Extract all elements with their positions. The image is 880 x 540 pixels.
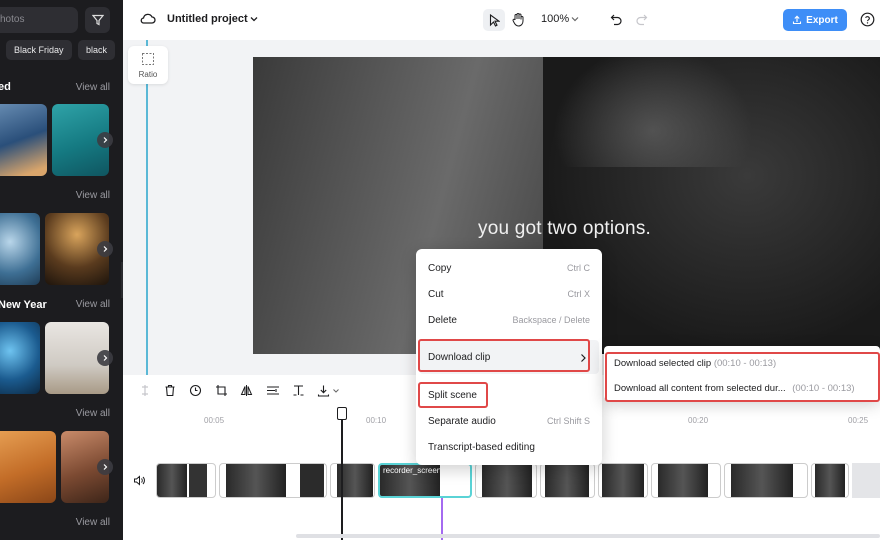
ratio-icon <box>142 53 154 65</box>
app-root: hotos Black Friday black ed View all Vie… <box>0 0 880 540</box>
export-button[interactable]: Export <box>783 9 847 31</box>
media-thumbnail[interactable] <box>0 104 47 176</box>
shortcut-separate-audio: Ctrl Shift S <box>546 416 590 426</box>
view-all-link[interactable]: View all <box>76 190 110 201</box>
menu-item-separate-audio[interactable]: Separate audio <box>428 416 496 427</box>
chevron-down-icon[interactable] <box>332 388 340 394</box>
highlight-split-scene <box>418 382 488 408</box>
carousel-next-button[interactable] <box>97 350 113 366</box>
chevron-right-icon <box>103 246 108 252</box>
timeline-clip[interactable] <box>330 463 375 498</box>
playhead-handle[interactable] <box>337 407 347 420</box>
top-bar: Untitled project 100% Export <box>123 0 880 40</box>
search-input[interactable]: hotos <box>0 7 78 33</box>
menu-item-cut[interactable]: Cut <box>428 289 444 300</box>
volume-icon[interactable] <box>133 475 146 486</box>
ratio-button[interactable]: Ratio <box>128 46 168 84</box>
timeline-clip-selected[interactable]: recorder_screen_1701 <box>378 463 472 498</box>
chevron-down-icon[interactable] <box>570 15 580 23</box>
timeline-clip[interactable] <box>475 463 537 498</box>
carousel-next-button[interactable] <box>97 459 113 475</box>
timeline-clip[interactable] <box>598 463 648 498</box>
section-title: New Year <box>0 299 47 311</box>
help-icon[interactable] <box>860 12 875 27</box>
chevron-right-icon <box>103 464 108 470</box>
ruler-label: 00:10 <box>366 416 387 425</box>
undo-icon[interactable] <box>610 13 623 26</box>
highlight-download-clip <box>418 339 590 372</box>
upload-icon <box>793 15 802 25</box>
chip-black-friday[interactable]: Black Friday <box>6 40 72 60</box>
ratio-label: Ratio <box>138 70 158 79</box>
view-all-link[interactable]: View all <box>76 82 110 93</box>
redo-icon[interactable] <box>635 13 648 26</box>
filter-icon <box>91 14 104 26</box>
chevron-right-icon <box>103 137 108 143</box>
chip-black[interactable]: black <box>78 40 116 60</box>
split-icon[interactable] <box>140 384 150 397</box>
timeline-clip[interactable] <box>811 463 849 498</box>
chevron-down-icon[interactable] <box>249 15 259 23</box>
timeline-scrollbar[interactable] <box>296 534 880 538</box>
ruler-label: 00:05 <box>204 416 225 425</box>
timeline-clip[interactable] <box>540 463 595 498</box>
canvas-guide-line <box>146 40 148 375</box>
view-all-link[interactable]: View all <box>76 517 110 528</box>
carousel-next-button[interactable] <box>97 132 113 148</box>
select-tool-button[interactable] <box>483 9 505 31</box>
hand-icon[interactable] <box>512 12 525 27</box>
shortcut-delete: Backspace / Delete <box>512 315 590 325</box>
media-thumbnail[interactable] <box>0 322 40 394</box>
media-thumbnail[interactable] <box>0 213 40 285</box>
ruler-label: 00:20 <box>688 416 709 425</box>
menu-item-delete[interactable]: Delete <box>428 315 457 326</box>
section-title: ed <box>0 81 11 93</box>
flip-icon[interactable] <box>240 384 253 397</box>
trash-icon[interactable] <box>164 384 176 397</box>
cloud-icon <box>140 13 156 24</box>
pointer-icon <box>489 14 500 27</box>
chevron-right-icon <box>103 355 108 361</box>
timeline-clip[interactable] <box>724 463 808 498</box>
text-fit-icon[interactable] <box>292 384 305 397</box>
media-panel: hotos Black Friday black ed View all Vie… <box>0 0 123 540</box>
filter-button[interactable] <box>85 7 110 33</box>
shortcut-copy: Ctrl C <box>567 263 590 273</box>
highlight-submenu <box>605 352 880 402</box>
freeze-icon[interactable] <box>189 384 202 397</box>
ruler-label: 00:25 <box>848 416 869 425</box>
timeline-clip[interactable] <box>156 463 216 498</box>
adjust-icon[interactable] <box>266 384 280 397</box>
shortcut-cut: Ctrl X <box>567 289 591 299</box>
download-icon[interactable] <box>317 384 330 397</box>
menu-item-copy[interactable]: Copy <box>428 263 451 274</box>
media-thumbnail[interactable] <box>0 431 56 503</box>
timeline-playhead[interactable] <box>341 410 343 540</box>
timeline-clip[interactable] <box>219 463 327 498</box>
zoom-level[interactable]: 100% <box>541 13 569 25</box>
video-subtitle[interactable]: you got two options. <box>478 218 651 240</box>
clip-name: recorder_screen_1701 <box>383 466 464 475</box>
project-title[interactable]: Untitled project <box>167 13 248 25</box>
timeline-clip[interactable] <box>651 463 721 498</box>
view-all-link[interactable]: View all <box>76 408 110 419</box>
view-all-link[interactable]: View all <box>76 299 110 310</box>
crop-icon[interactable] <box>215 384 228 397</box>
timeline-empty-space <box>852 463 880 498</box>
export-label: Export <box>806 14 838 26</box>
video-highlight <box>553 57 753 167</box>
menu-item-transcript-editing[interactable]: Transcript-based editing <box>428 442 535 453</box>
carousel-next-button[interactable] <box>97 241 113 257</box>
